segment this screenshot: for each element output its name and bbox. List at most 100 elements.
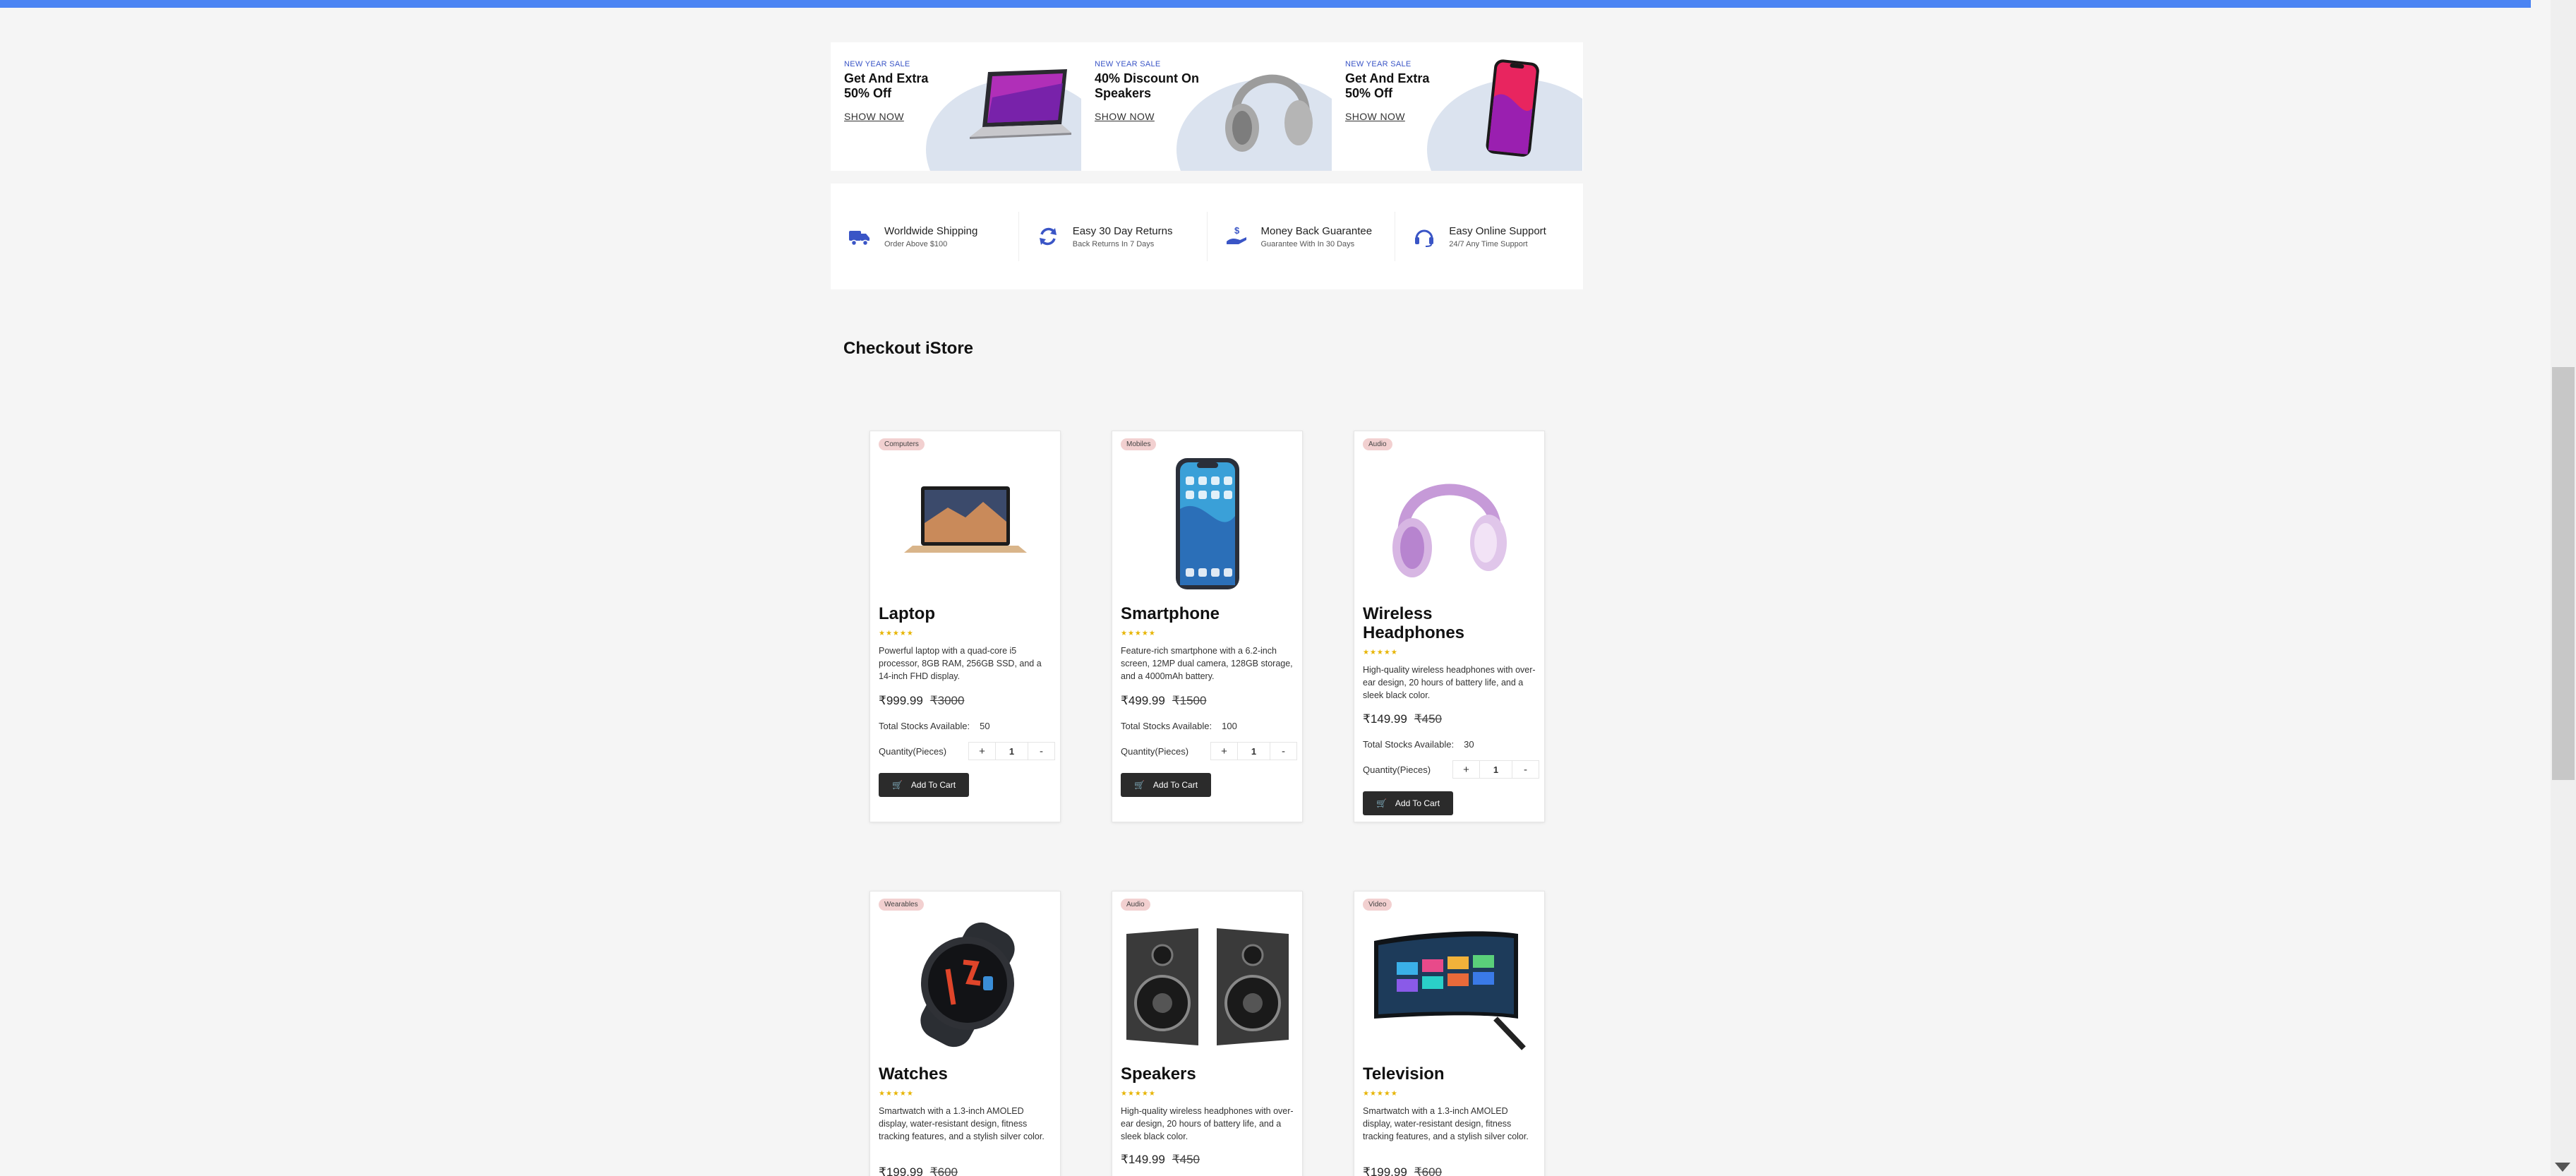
product-price: ₹499.99 ₹1500 xyxy=(1121,694,1206,708)
decrease-button[interactable]: - xyxy=(1511,760,1539,779)
cart-icon: 🛒 xyxy=(1376,798,1387,808)
show-now-link[interactable]: SHOW NOW xyxy=(1345,111,1405,122)
old-price: ₹600 xyxy=(1414,1165,1442,1176)
category-badge: Video xyxy=(1363,899,1392,911)
old-price: ₹1500 xyxy=(1172,694,1207,707)
headphones-image xyxy=(1392,484,1507,577)
feature-returns: Easy 30 Day Returns Back Returns In 7 Da… xyxy=(1019,212,1208,261)
truck-icon xyxy=(849,231,869,246)
banner-title: Get And Extra 50% Off xyxy=(1345,71,1430,100)
quantity-value[interactable]: 1 xyxy=(1238,742,1270,760)
money-hand-icon: $ xyxy=(1226,225,1246,244)
product-name: Wireless Headphones xyxy=(1363,604,1465,642)
show-now-link[interactable]: SHOW NOW xyxy=(844,111,904,122)
category-badge: Computers xyxy=(879,438,925,450)
category-badge: Wearables xyxy=(879,899,924,911)
product-name: Speakers xyxy=(1121,1064,1196,1084)
product-description: Powerful laptop with a quad-core i5 proc… xyxy=(879,646,1042,681)
stock-count: 50 xyxy=(980,721,990,731)
promo-banner-phones[interactable]: NEW YEAR SALE Get And Extra 50% Off SHOW… xyxy=(1332,42,1582,171)
stock-count: 30 xyxy=(1464,739,1474,750)
headset-icon xyxy=(1415,229,1434,247)
category-badge: Audio xyxy=(1363,438,1392,450)
feature-shipping: Worldwide Shipping Order Above $100 xyxy=(831,212,1019,261)
svg-text:$: $ xyxy=(1234,225,1240,236)
promo-banner-speakers[interactable]: NEW YEAR SALE 40% Discount On Speakers S… xyxy=(1081,42,1332,171)
watch-image xyxy=(920,922,1015,1048)
old-price: ₹450 xyxy=(1414,712,1442,726)
banner-title: 40% Discount On Speakers xyxy=(1095,71,1200,100)
stock-count: 100 xyxy=(1222,721,1237,731)
feature-title: Worldwide Shipping xyxy=(884,224,978,237)
features-strip: Worldwide Shipping Order Above $100 Easy… xyxy=(831,184,1583,289)
feature-subtitle: Guarantee With In 30 Days xyxy=(1260,239,1355,248)
rating-stars: ★★★★★ xyxy=(879,630,914,637)
product-card-smartphone: Mobiles Smartphone ★★★★★ Feature-rich sm… xyxy=(1112,431,1303,822)
laptop-image xyxy=(970,69,1071,139)
smartphone-image xyxy=(1176,458,1239,589)
cart-icon: 🛒 xyxy=(1133,780,1145,790)
product-description: Smartwatch with a 1.3-inch AMOLED displa… xyxy=(1363,1106,1529,1141)
product-description: High-quality wireless headphones with ov… xyxy=(1121,1106,1294,1141)
increase-button[interactable]: + xyxy=(968,742,996,760)
stock-label: Total Stocks Available: xyxy=(879,721,970,731)
decrease-button[interactable]: - xyxy=(1027,742,1055,760)
quantity-value[interactable]: 1 xyxy=(1480,760,1512,779)
banner-kicker: NEW YEAR SALE xyxy=(1345,60,1412,68)
feature-subtitle: Order Above $100 xyxy=(884,239,948,248)
product-name: Television xyxy=(1363,1064,1445,1084)
quantity-stepper: Quantity(Pieces) + 1 - xyxy=(1121,742,1297,760)
increase-button[interactable]: + xyxy=(1452,760,1480,779)
promo-banner-laptops[interactable]: NEW YEAR SALE Get And Extra 50% Off SHOW… xyxy=(831,42,1081,171)
product-name: Laptop xyxy=(879,604,935,623)
product-description: Smartwatch with a 1.3-inch AMOLED displa… xyxy=(879,1106,1045,1141)
feature-support: Easy Online Support 24/7 Any Time Suppor… xyxy=(1395,212,1583,261)
promo-banners: NEW YEAR SALE Get And Extra 50% Off SHOW… xyxy=(831,42,1583,171)
banner-title: Get And Extra 50% Off xyxy=(844,71,929,100)
product-card-headphones: Audio Wireless Headphones ★★★★★ High-qua… xyxy=(1354,431,1545,822)
product-price: ₹199.99 ₹600 xyxy=(879,1165,958,1176)
scrollbar[interactable] xyxy=(2551,0,2576,1176)
product-description: Feature-rich smartphone with a 6.2-inch … xyxy=(1121,646,1293,681)
quantity-label: Quantity(Pieces) xyxy=(879,745,947,757)
quantity-stepper: Quantity(Pieces) + 1 - xyxy=(879,742,1055,760)
stock-info: Total Stocks Available: 30 xyxy=(1363,739,1474,750)
increase-button[interactable]: + xyxy=(1210,742,1238,760)
current-price: ₹149.99 xyxy=(1363,712,1407,726)
show-now-link[interactable]: SHOW NOW xyxy=(1095,111,1155,122)
product-price: ₹149.99 ₹450 xyxy=(1121,1153,1200,1167)
feature-subtitle: Back Returns In 7 Days xyxy=(1072,239,1155,248)
current-price: ₹199.99 xyxy=(879,1165,923,1176)
feature-subtitle: 24/7 Any Time Support xyxy=(1449,239,1528,248)
stock-label: Total Stocks Available: xyxy=(1363,739,1455,750)
cart-icon: 🛒 xyxy=(891,780,903,790)
scroll-down-arrow-icon[interactable] xyxy=(2555,1163,2570,1172)
top-accent-bar xyxy=(0,0,2531,8)
quantity-stepper: Quantity(Pieces) + 1 - xyxy=(1363,760,1539,779)
add-to-cart-button[interactable]: 🛒 Add To Cart xyxy=(1121,773,1211,797)
product-card-watches: Wearables Watches ★★★★★ Smartwatch with … xyxy=(869,891,1061,1176)
category-badge: Audio xyxy=(1121,899,1150,911)
old-price: ₹3000 xyxy=(929,694,965,707)
scrollbar-thumb[interactable] xyxy=(2552,367,2575,780)
banner-kicker: NEW YEAR SALE xyxy=(844,60,910,68)
product-price: ₹149.99 ₹450 xyxy=(1363,712,1442,726)
laptop-image xyxy=(904,486,1027,553)
feature-title: Easy Online Support xyxy=(1449,224,1546,237)
current-price: ₹149.99 xyxy=(1121,1153,1165,1166)
add-to-cart-button[interactable]: 🛒 Add To Cart xyxy=(1363,791,1453,815)
television-image xyxy=(1374,931,1526,1050)
product-name: Watches xyxy=(879,1064,948,1084)
feature-guarantee: $ Money Back Guarantee Guarantee With In… xyxy=(1208,212,1396,261)
quantity-value[interactable]: 1 xyxy=(996,742,1028,760)
refresh-icon xyxy=(1039,227,1057,246)
smartphone-image xyxy=(1486,59,1539,157)
stock-info: Total Stocks Available: 100 xyxy=(1121,721,1237,731)
old-price: ₹600 xyxy=(929,1165,958,1176)
decrease-button[interactable]: - xyxy=(1269,742,1297,760)
rating-stars: ★★★★★ xyxy=(879,1090,914,1098)
add-to-cart-label: Add To Cart xyxy=(910,780,956,790)
rating-stars: ★★★★★ xyxy=(1121,1090,1156,1098)
add-to-cart-button[interactable]: 🛒 Add To Cart xyxy=(879,773,969,797)
add-to-cart-label: Add To Cart xyxy=(1395,798,1440,808)
